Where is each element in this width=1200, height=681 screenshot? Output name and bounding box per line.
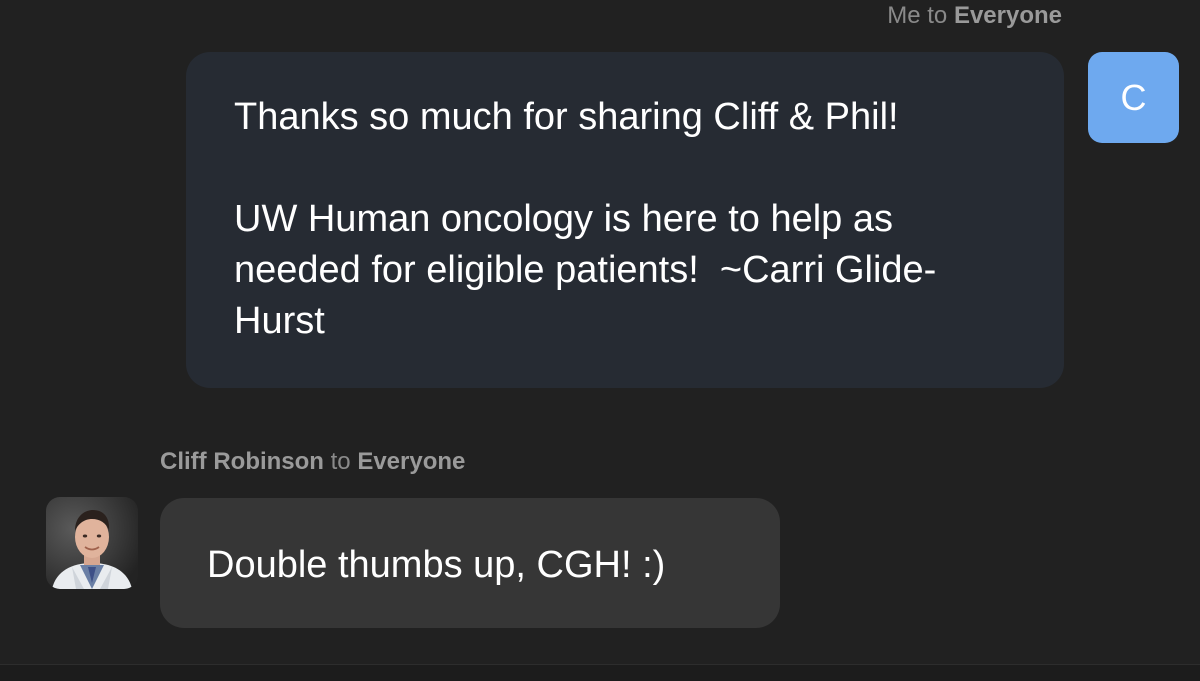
outgoing-sender-line: Me to Everyone [887, 1, 1062, 31]
incoming-sender-name[interactable]: Cliff Robinson [160, 448, 324, 475]
incoming-message-text: Double thumbs up, CGH! :) [207, 544, 666, 586]
outgoing-message-bubble[interactable]: Thanks so much for sharing Cliff & Phil!… [186, 52, 1064, 388]
outgoing-sender-name: Me [887, 2, 921, 29]
composer-area-edge[interactable] [0, 665, 1200, 681]
outgoing-connector: to [927, 2, 948, 29]
outgoing-recipient[interactable]: Everyone [954, 2, 1062, 29]
incoming-recipient[interactable]: Everyone [357, 448, 465, 475]
outgoing-message-text: Thanks so much for sharing Cliff & Phil!… [234, 96, 937, 342]
self-avatar[interactable]: C [1088, 52, 1179, 143]
incoming-message-bubble[interactable]: Double thumbs up, CGH! :) [160, 498, 780, 628]
person-photo-icon [46, 497, 138, 589]
incoming-connector: to [330, 448, 351, 475]
incoming-sender-line: Cliff Robinson to Everyone [160, 447, 465, 477]
contact-avatar-photo[interactable] [46, 497, 138, 589]
self-avatar-letter: C [1120, 77, 1147, 118]
chat-panel[interactable]: Me to Everyone Thanks so much for sharin… [0, 0, 1200, 664]
